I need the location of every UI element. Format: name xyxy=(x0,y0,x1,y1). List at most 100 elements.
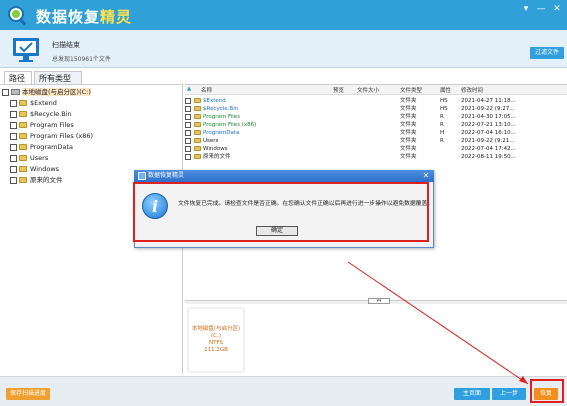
row-checkbox[interactable] xyxy=(185,146,191,152)
row-checkbox[interactable] xyxy=(185,154,191,160)
tree-item[interactable]: $Recycle.Bin xyxy=(10,109,72,120)
row-checkbox[interactable] xyxy=(185,98,191,104)
row-type: 文件夹 xyxy=(400,98,417,104)
row-name: Users xyxy=(203,138,219,144)
row-type: 文件夹 xyxy=(400,106,417,112)
tree-item[interactable]: 原来的文件 xyxy=(10,175,63,186)
table-row[interactable]: $Extend 文件夹 HS 2021-04-27 11:18... xyxy=(185,97,567,105)
folder-icon xyxy=(19,177,27,183)
table-row[interactable]: Users 文件夹 R 2021-09-22 (9:21... xyxy=(185,137,567,145)
table-row[interactable]: Program Files 文件夹 R 2021-04-30 17:05... xyxy=(185,113,567,121)
row-modified: 2021-09-22 (9:21... xyxy=(461,138,515,144)
tree-item-label: Program Files (x86) xyxy=(30,132,94,140)
tree-item-label: Program Files xyxy=(30,121,74,129)
row-checkbox[interactable] xyxy=(185,138,191,144)
previous-button[interactable]: 上一步 xyxy=(492,388,526,400)
row-type: 文件夹 xyxy=(400,122,417,128)
app-title-main: 数据恢复 xyxy=(36,8,101,26)
folder-icon xyxy=(19,155,27,161)
folder-icon xyxy=(19,122,27,128)
row-name: Program Files (x86) xyxy=(203,122,257,128)
tree-item[interactable]: Windows xyxy=(10,164,59,175)
row-type: 文件夹 xyxy=(400,154,417,160)
tree-item[interactable]: Program Files xyxy=(10,120,74,131)
drive-size: 111.2GB xyxy=(204,347,228,353)
folder-icon xyxy=(194,154,201,159)
folder-icon xyxy=(194,146,201,151)
dialog-close-icon[interactable]: ✕ xyxy=(420,171,432,181)
tree-item[interactable]: Users xyxy=(10,153,48,164)
tree-item[interactable]: ProgramData xyxy=(10,142,73,153)
row-type: 文件夹 xyxy=(400,146,417,152)
column-size[interactable]: 文件大小 xyxy=(357,86,379,94)
table-row[interactable]: Windows 文件夹 2022-07-04 17:42... xyxy=(185,145,567,153)
drive-icon xyxy=(11,89,20,95)
filter-files-button[interactable]: 过滤文件 xyxy=(530,47,564,59)
row-checkbox[interactable] xyxy=(185,114,191,120)
row-modified: 2022-07-21 13:10... xyxy=(461,122,516,128)
folder-icon xyxy=(19,100,27,106)
app-title: 数据恢复精灵 xyxy=(36,6,132,27)
drive-info-box: 本地磁盘(与启分区)(C:) NTFS 111.2GB xyxy=(188,308,244,372)
minimize-icon[interactable]: — xyxy=(534,3,548,15)
drive-name: 本地磁盘(与启分区)(C:) xyxy=(191,326,241,339)
close-window-icon[interactable]: ✕ xyxy=(550,3,564,15)
row-checkbox[interactable] xyxy=(185,106,191,112)
row-modified: 2022-07-04 16:10... xyxy=(461,130,516,136)
row-type: 文件夹 xyxy=(400,114,417,120)
tree-item-label: Users xyxy=(30,154,49,162)
scan-summary: 总发现150961个文件 xyxy=(52,56,111,63)
table-row[interactable]: 原来的文件 文件夹 2022-08-11 19:50... xyxy=(185,153,567,161)
row-modified: 2022-08-11 19:50... xyxy=(461,154,516,160)
row-type: 文件夹 xyxy=(400,138,417,144)
row-checkbox[interactable] xyxy=(185,122,191,128)
column-type[interactable]: 文件类型 xyxy=(400,86,422,94)
drive-filesystem: NTFS xyxy=(208,340,224,346)
monitor-icon xyxy=(13,38,39,62)
table-row[interactable]: $Recycle.Bin 文件夹 HS 2021-09-22 (9:27... xyxy=(185,105,567,113)
column-modified[interactable]: 修改时间 xyxy=(461,86,483,94)
folder-icon xyxy=(194,114,201,119)
tree-item-checkbox[interactable] xyxy=(10,99,17,107)
table-row[interactable]: ProgramData 文件夹 H 2022-07-04 16:10... xyxy=(185,129,567,137)
home-button[interactable]: 主页面 xyxy=(454,388,490,400)
folder-icon xyxy=(19,133,27,139)
row-attr: HS xyxy=(440,106,448,112)
tree-item-checkbox[interactable] xyxy=(10,165,17,173)
tree-item-label: $Recycle.Bin xyxy=(30,110,72,118)
row-modified: 2021-04-27 11:18... xyxy=(461,98,516,104)
table-row[interactable]: Program Files (x86) 文件夹 R 2022-07-21 13:10.… xyxy=(185,121,567,129)
row-type: 文件夹 xyxy=(400,130,417,136)
column-status[interactable]: 预览 xyxy=(333,86,344,94)
tree-item-label: Windows xyxy=(30,165,60,173)
tree-item-checkbox[interactable] xyxy=(10,121,17,129)
tree-item-label: 原来的文件 xyxy=(30,176,63,184)
tree-item-checkbox[interactable] xyxy=(10,143,17,151)
tab-all-types[interactable]: 所有类型 xyxy=(34,71,82,84)
save-progress-button[interactable]: 保存扫描进度 xyxy=(6,388,50,400)
tree-root-label: 本地磁盘(与启分区)(C:) xyxy=(22,88,91,96)
column-attr[interactable]: 属性 xyxy=(440,86,451,94)
row-attr: R xyxy=(440,138,444,144)
folder-icon xyxy=(194,130,201,135)
tree-item-checkbox[interactable] xyxy=(10,110,17,118)
tree-root-checkbox[interactable] xyxy=(2,88,9,96)
row-name: Program Files xyxy=(203,114,241,120)
app-title-accent: 精灵 xyxy=(100,8,133,26)
row-name: 原来的文件 xyxy=(203,154,231,160)
tree-item[interactable]: $Extend xyxy=(10,98,57,109)
sort-up-icon[interactable]: ▲ xyxy=(187,86,191,92)
tree-item-checkbox[interactable] xyxy=(10,176,17,184)
tree-root[interactable]: 本地磁盘(与启分区)(C:) xyxy=(2,87,91,98)
dropdown-icon[interactable]: ▾ xyxy=(519,3,533,15)
tree-item-checkbox[interactable] xyxy=(10,132,17,140)
row-checkbox[interactable] xyxy=(185,130,191,136)
dialog-highlight xyxy=(133,182,429,242)
tree-item[interactable]: Program Files (x86) xyxy=(10,131,93,142)
row-attr: R xyxy=(440,114,444,120)
tree-item-checkbox[interactable] xyxy=(10,154,17,162)
column-name[interactable]: 名称 xyxy=(201,86,212,94)
tab-path[interactable]: 路径 xyxy=(4,71,32,84)
scan-title: 扫描结束 xyxy=(52,41,80,49)
row-attr: H xyxy=(440,130,445,136)
